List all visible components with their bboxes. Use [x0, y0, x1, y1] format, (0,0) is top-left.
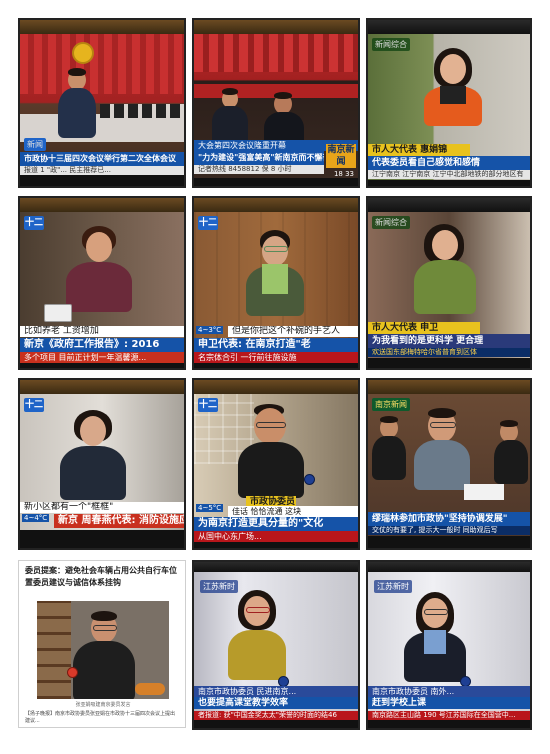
weather: 4~4°C — [22, 514, 50, 522]
article-body: 【扬子晚报】南京市政协委员张亚娟在市政协十三届四次会议上提出建议... — [25, 711, 176, 724]
tv-still-4: 十二 比如养老 工资增加 新京《政府工作报告》: 2016 多个项目 目前正计划… — [18, 196, 186, 370]
caption-main: 为南京打造更具分量的"文化 — [194, 517, 358, 531]
weather: 4~5°C — [196, 504, 224, 512]
article-photo — [37, 601, 169, 699]
caption-main: 缪瑞林参加市政协"坚持协调发展" — [368, 512, 530, 526]
caption-main: "力为建设"强富美高"新南京而不懈奋斗 — [194, 151, 324, 165]
tv-bottom — [20, 363, 184, 368]
tv-still-9: 南京新闻 缪瑞林参加市政协"坚持协调发展" 交仗的有要了, 提示大一般时 同助观… — [366, 378, 532, 550]
tv-bezel — [194, 380, 358, 394]
tv-bezel — [20, 198, 184, 212]
microphone-icon — [67, 667, 78, 678]
tv-bottom — [368, 536, 530, 548]
caption-main: 为我看到的是更科学 更合理 — [368, 334, 530, 348]
channel-logo: 新闻综合 — [372, 38, 410, 51]
channel-logo: 十二 — [198, 216, 218, 230]
paper — [464, 484, 504, 500]
tv-bezel — [194, 562, 358, 572]
channel-logo: 新闻综合 — [372, 216, 410, 229]
caption-ticker: 交仗的有要了, 提示大一般时 同助观后写 — [368, 526, 530, 535]
channel-logo: 十二 — [24, 216, 44, 230]
curtain — [20, 34, 184, 94]
clock: 18 33 — [333, 170, 354, 178]
tv-bezel — [194, 198, 358, 212]
caption-main: 赶到学校上课 — [368, 697, 530, 709]
tv-bottom — [20, 175, 184, 186]
tv-bezel — [368, 198, 530, 212]
tv-bottom — [194, 363, 358, 368]
caption-name: 市人大代表 惠娟锦 — [368, 144, 470, 156]
curtain — [194, 34, 358, 72]
tv-still-11: 江苏新时 南京市政协委员 民进南京... 也要提高课堂教学效率 者报道: 获"中… — [192, 560, 360, 730]
caption-main: 申卫代表: 在南京打造"老 — [194, 338, 358, 352]
emblem-icon — [72, 42, 94, 64]
caption-sub: 比如养老 工资增加 — [20, 326, 184, 337]
collar — [440, 86, 466, 104]
channel-logo: 南京新闻 — [372, 398, 410, 411]
caption-ticker: 名宗体合引 一行前往施设施 — [194, 352, 358, 363]
tv-bottom — [368, 720, 530, 728]
caption-ticker: 欢送国东部梅特哈尔省普育到区体 — [368, 348, 530, 357]
channel-logo: 江苏新时 — [200, 580, 238, 593]
caption-ticker: 南京路区主山路 190 号江苏国际在全国营中... — [368, 711, 530, 720]
photo-caption: 张亚娟吸建南京委员发言 — [75, 702, 131, 708]
tv-bottom — [20, 530, 184, 548]
caption-sub: 佳话 恰恰流通 这块 — [228, 506, 358, 517]
watermark-badge — [135, 683, 165, 695]
tv-still-7: 十二 新小区都有一个"框框" 4~4°C 新京 周春燕代表: 消防设施应适合入 — [18, 378, 186, 550]
weather: 4~3°C — [196, 326, 224, 334]
caption-main: 也要提高课堂教学效率 — [194, 697, 358, 709]
tv-bezel — [368, 20, 530, 34]
tv-still-2: 大会第四次会议隆重开幕 "力为建设"强富美高"新南京而不懈奋斗 南京新闻 记者热… — [192, 18, 360, 188]
channel-logo: 江苏新时 — [374, 580, 412, 593]
phone — [44, 304, 72, 322]
channel-logo: 新闻 — [24, 138, 46, 151]
channel-logo: 十二 — [198, 398, 218, 412]
tv-bottom — [194, 542, 358, 548]
tv-bezel — [368, 562, 530, 572]
caption-main: 新京《政府工作报告》: 2016 — [20, 338, 184, 352]
tv-bottom — [368, 180, 530, 186]
caption-sub: 记者热线 8458812 保 8 小时 — [194, 165, 324, 174]
tv-still-3: 新闻综合 市人大代表 惠娟锦 代表委员看自己感觉和感情 江宁南京 江宁南京 江宁… — [366, 18, 532, 188]
tv-still-6: 新闻综合 市人大代表 申卫 为我看到的是更科学 更合理 欢送国东部梅特哈尔省普育… — [366, 196, 532, 370]
scarf — [424, 630, 446, 654]
article-title: 委员提案：避免社会车辆占用公共自行车位置委员建议与诚信体系挂钩 — [25, 566, 177, 587]
caption-name: 南京市政协委员 南外... — [368, 686, 530, 697]
tv-bezel — [194, 20, 358, 34]
channel-logo: 十二 — [24, 398, 44, 412]
tv-still-8: 十二 市政协委员 4~5°C 佳话 恰恰流通 这块 为南京打造更具分量的"文化 … — [192, 378, 360, 550]
tv-still-12: 江苏新时 南京市政协委员 南外... 赶到学校上课 南京路区主山路 190 号江… — [366, 560, 532, 730]
tv-bezel — [20, 380, 184, 394]
news-article: 委员提案：避免社会车辆占用公共自行车位置委员建议与诚信体系挂钩 张亚娟吸建南京委… — [18, 560, 186, 728]
scarf — [262, 264, 288, 294]
caption-sub: 但是你把这个补碗的手艺人 — [228, 326, 358, 337]
caption-main: 市政协十三届四次会议举行第二次全体会议 — [20, 152, 184, 166]
brand-badge: 南京新闻 — [326, 144, 356, 168]
tv-bezel — [20, 20, 184, 34]
caption-ticker: 江宁南京 江宁南京 江宁中北部地铁的部分地区有 — [368, 170, 530, 179]
microphone-icon — [304, 474, 315, 485]
bookshelf — [37, 601, 71, 699]
tv-bottom — [368, 358, 530, 368]
caption-main: 代表委员看自己感觉和感情 — [368, 156, 530, 170]
caption-ticker: 报道 1 "政"... 民主推荐已... — [20, 166, 184, 175]
caption-name: 南京市政协委员 民进南京... — [194, 686, 358, 697]
caption-name: 市人大代表 申卫 — [368, 322, 480, 334]
caption-ticker: 者报道: 获"中国金奖太太"荣誉的时面的结46 — [194, 711, 358, 720]
caption-main: 新京 周春燕代表: 消防设施应适合入 — [54, 514, 184, 528]
tv-bottom — [194, 178, 358, 186]
caption-sub: 新小区都有一个"框框" — [20, 502, 184, 513]
caption-ticker: 从国中心东广场... — [194, 531, 358, 542]
tv-bezel — [368, 380, 530, 394]
tv-bottom — [194, 720, 358, 728]
caption-ticker: 多个项目 目前正计划一年温馨源... — [20, 352, 184, 363]
tv-still-1: 新闻 市政协十三届四次会议举行第二次全体会议 报道 1 "政"... 民主推荐已… — [18, 18, 186, 188]
seated-row — [100, 104, 184, 118]
tv-still-5: 十二 4~3°C 但是你把这个补碗的手艺人 申卫代表: 在南京打造"老 名宗体合… — [192, 196, 360, 370]
